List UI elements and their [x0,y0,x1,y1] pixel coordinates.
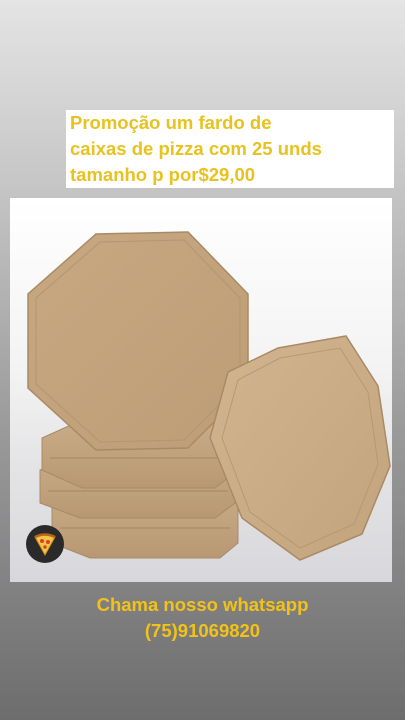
pizza-slice-icon [34,533,56,557]
promo-line-2: caixas de pizza com 25 unds [70,138,322,159]
contact-line-1: Chama nosso whatsapp [96,594,309,615]
promo-line-1: Promoção um fardo de [70,112,272,133]
pizza-boxes-photo [10,198,392,582]
whatsapp-number: (75)91069820 [144,620,261,641]
contact-caption: Chama nosso whatsapp (75)91069820 [0,592,405,644]
pizza-sticker [26,525,64,563]
promo-caption: Promoção um fardo de caixas de pizza com… [66,110,394,188]
promo-line-3: tamanho p por$29,00 [70,164,256,185]
